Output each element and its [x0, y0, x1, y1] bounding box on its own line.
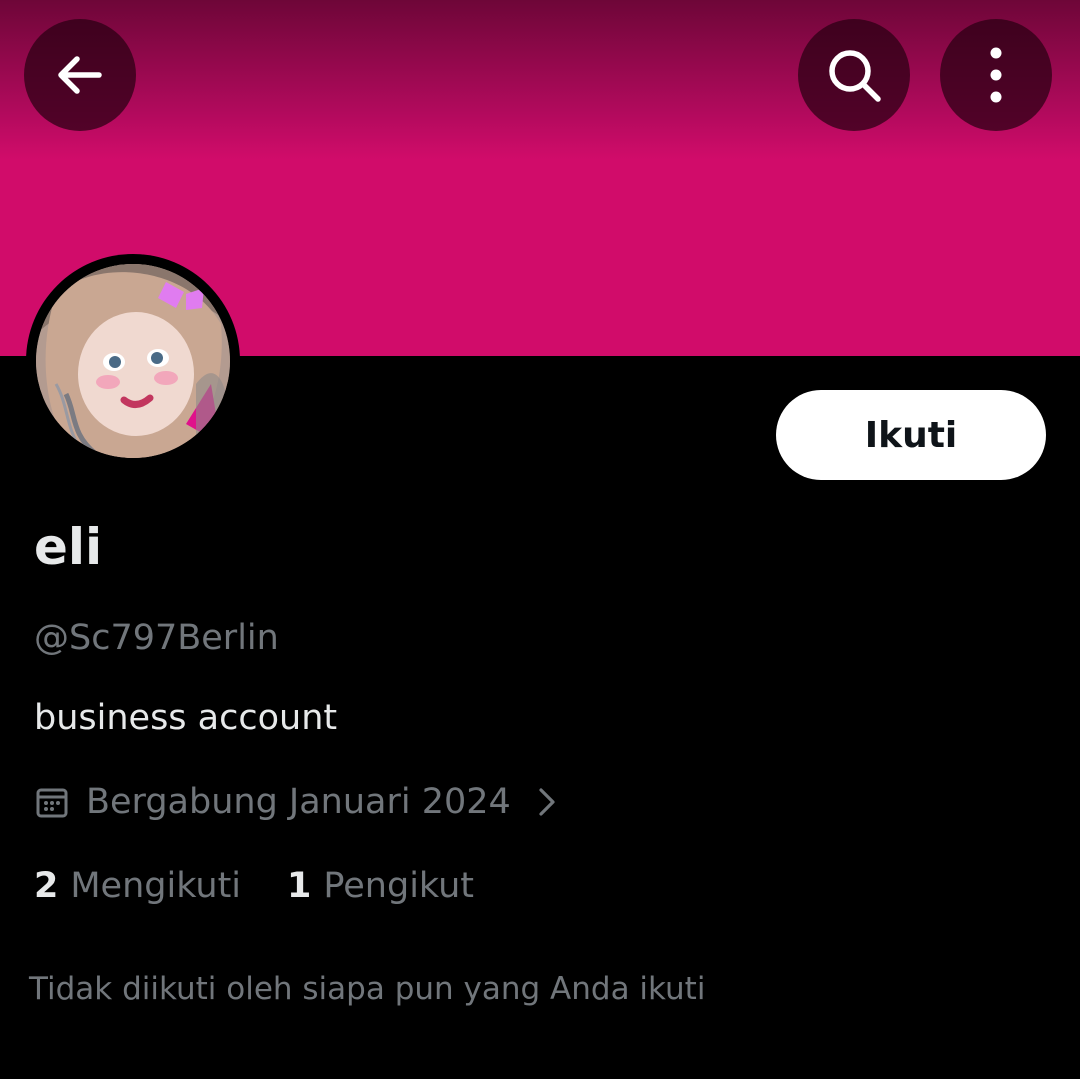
- following-stat[interactable]: 2 Mengikuti: [34, 866, 241, 906]
- avatar-ring: [26, 254, 240, 468]
- search-icon: [829, 50, 881, 102]
- display-name: eli: [34, 518, 103, 576]
- username-handle: @Sc797Berlin: [34, 618, 279, 658]
- following-label: Mengikuti: [70, 866, 242, 906]
- followers-label: Pengikut: [323, 866, 475, 906]
- following-count: 2: [34, 866, 59, 906]
- back-button[interactable]: [24, 19, 136, 131]
- follow-stats: 2 Mengikuti 1 Pengikut: [34, 860, 474, 912]
- join-date-text: Bergabung Januari 2024: [86, 782, 511, 822]
- search-button[interactable]: [798, 19, 910, 131]
- chevron-right-icon: [539, 788, 555, 816]
- avatar-photo: [36, 264, 230, 458]
- more-options-button[interactable]: [940, 19, 1052, 131]
- followed-by-note: Tidak diikuti oleh siapa pun yang Anda i…: [29, 971, 706, 1007]
- profile-bio: business account: [34, 698, 338, 738]
- arrow-left-icon: [58, 56, 102, 94]
- profile-page: Ikuti eli @Sc797Berlin business account …: [0, 0, 1080, 1079]
- avatar[interactable]: [36, 264, 230, 458]
- follow-button[interactable]: Ikuti: [776, 390, 1046, 480]
- calendar-icon: [36, 788, 68, 818]
- followers-count: 1: [287, 866, 312, 906]
- join-date-row[interactable]: Bergabung Januari 2024: [34, 776, 561, 828]
- more-vertical-icon: [990, 47, 1002, 103]
- followers-stat[interactable]: 1 Pengikut: [287, 866, 474, 906]
